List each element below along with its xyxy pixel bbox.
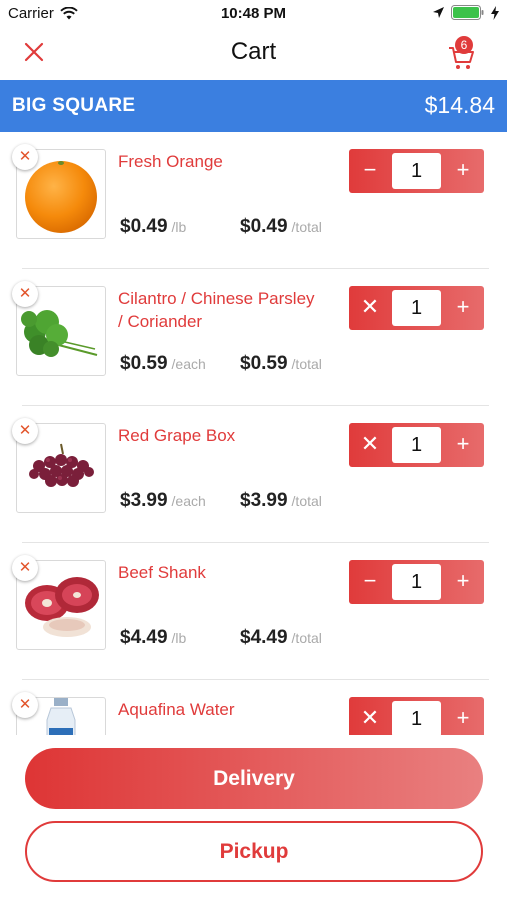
charging-bolt-icon — [491, 5, 499, 20]
quantity-value[interactable]: 1 — [392, 290, 441, 326]
total-price: $0.49/total — [240, 216, 322, 238]
cart-list[interactable]: ✕ Fresh Orange $0.49/lb $0.49/total − 1 … — [0, 132, 507, 735]
quantity-value[interactable]: 1 — [392, 427, 441, 463]
decrease-button[interactable]: − — [349, 149, 391, 193]
total-label: /total — [291, 356, 322, 372]
checkout-actions: Delivery Pickup — [0, 735, 507, 900]
increase-button[interactable]: + — [442, 286, 484, 330]
product-name[interactable]: Aquafina Water — [118, 698, 318, 721]
store-name: BIG SQUARE — [12, 95, 136, 116]
product-name[interactable]: Red Grape Box — [118, 424, 318, 447]
quantity-stepper: ✕ 1 + — [349, 286, 484, 330]
increase-button[interactable]: + — [442, 423, 484, 467]
decrease-button[interactable]: − — [349, 560, 391, 604]
quantity-value[interactable]: 1 — [392, 153, 441, 189]
store-total: $14.84 — [424, 92, 495, 118]
remove-one-button[interactable]: ✕ — [349, 423, 391, 467]
unit-label: /lb — [171, 219, 187, 235]
unit-price-value: $4.49 — [120, 627, 168, 648]
pickup-button[interactable]: Pickup — [25, 821, 483, 882]
total-price-value: $0.49 — [240, 216, 288, 237]
increase-button[interactable]: + — [442, 149, 484, 193]
total-price-value: $0.59 — [240, 353, 288, 374]
increase-button[interactable]: + — [442, 697, 484, 735]
location-arrow-icon — [433, 7, 444, 18]
total-price: $3.99/total — [240, 490, 322, 512]
store-header: BIG SQUARE $14.84 — [0, 80, 507, 132]
unit-price: $0.59/each — [120, 353, 206, 375]
unit-label: /each — [171, 356, 206, 372]
product-name[interactable]: Fresh Orange — [118, 150, 318, 173]
quantity-stepper: ✕ 1 + — [349, 423, 484, 467]
quantity-stepper: ✕ 1 + — [349, 697, 484, 735]
quantity-stepper: − 1 + — [349, 560, 484, 604]
status-time: 10:48 PM — [220, 5, 287, 22]
total-price-value: $3.99 — [240, 490, 288, 511]
remove-item-button[interactable]: ✕ — [12, 555, 38, 581]
increase-button[interactable]: + — [442, 560, 484, 604]
total-label: /total — [291, 630, 322, 646]
page-title: Cart — [230, 38, 277, 65]
unit-label: /each — [171, 493, 206, 509]
total-label: /total — [291, 493, 322, 509]
remove-item-button[interactable]: ✕ — [12, 692, 38, 718]
status-bar: Carrier 10:48 PM — [0, 0, 507, 28]
total-price-value: $4.49 — [240, 627, 288, 648]
unit-price: $0.49/lb — [120, 216, 186, 238]
quantity-stepper: − 1 + — [349, 149, 484, 193]
remove-item-button[interactable]: ✕ — [12, 281, 38, 307]
cart-badge: 6 — [455, 36, 473, 54]
quantity-value[interactable]: 1 — [392, 701, 441, 735]
quantity-value[interactable]: 1 — [392, 564, 441, 600]
total-label: /total — [291, 219, 322, 235]
unit-price: $4.49/lb — [120, 627, 186, 649]
total-price: $0.59/total — [240, 353, 322, 375]
cart-item: ✕ Red Grape Box $3.99/each $3.99/total ✕… — [0, 406, 507, 543]
cart-button[interactable]: 6 — [445, 34, 485, 70]
cart-item: ✕ Fresh Orange $0.49/lb $0.49/total − 1 … — [0, 132, 507, 269]
unit-price-value: $3.99 — [120, 490, 168, 511]
unit-price: $3.99/each — [120, 490, 206, 512]
unit-price-value: $0.49 — [120, 216, 168, 237]
remove-one-button[interactable]: ✕ — [349, 286, 391, 330]
unit-price-value: $0.59 — [120, 353, 168, 374]
cart-item: ✕ Aquafina Water ✕ 1 + — [0, 680, 507, 735]
remove-item-button[interactable]: ✕ — [12, 418, 38, 444]
delivery-button[interactable]: Delivery — [25, 748, 483, 809]
product-name[interactable]: Cilantro / Chinese Parsley / Coriander — [118, 287, 318, 333]
cart-item: ✕ Beef Shank $4.49/lb $4.49/total − 1 + — [0, 543, 507, 680]
total-price: $4.49/total — [240, 627, 322, 649]
product-name[interactable]: Beef Shank — [118, 561, 318, 584]
battery-icon — [451, 5, 484, 20]
status-right — [432, 5, 499, 20]
remove-one-button[interactable]: ✕ — [349, 697, 391, 735]
cart-item: ✕ Cilantro / Chinese Parsley / Coriander… — [0, 269, 507, 406]
unit-label: /lb — [171, 630, 187, 646]
remove-item-button[interactable]: ✕ — [12, 144, 38, 170]
nav-bar: Cart 6 — [0, 28, 507, 78]
